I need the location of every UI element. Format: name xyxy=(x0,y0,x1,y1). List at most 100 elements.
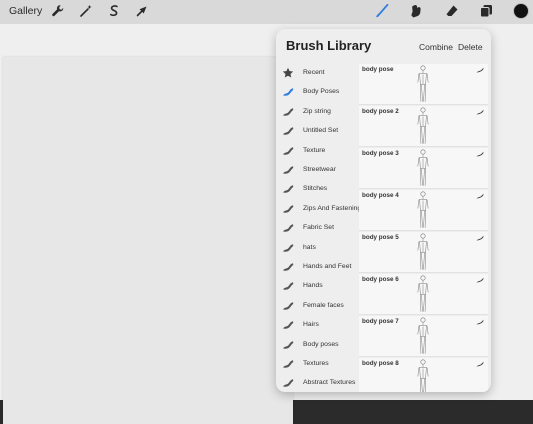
brush-icon[interactable] xyxy=(374,3,390,19)
brush-item[interactable]: body pose 7 xyxy=(359,316,488,357)
brush-set-label: hats xyxy=(303,243,316,251)
brush-set-item[interactable]: Body Poses xyxy=(276,83,359,102)
brush-set-label: Hairs xyxy=(303,321,319,329)
brush-name: body pose 3 xyxy=(362,150,399,157)
brush-sets-list: Recent Body Poses Zip string Untitled Set Te… xyxy=(276,64,362,392)
brush-set-item[interactable]: Zip string xyxy=(276,103,359,122)
brush-set-label: Fabric Set xyxy=(303,224,334,232)
brush-name: body pose 6 xyxy=(362,276,399,283)
brush-item[interactable]: body pose 6 xyxy=(359,274,488,315)
brush-set-label: Zips And Fastening xyxy=(303,204,362,212)
brush-set-item[interactable]: Body poses xyxy=(276,336,359,355)
body-pose-thumbnail xyxy=(411,275,435,313)
brush-item[interactable]: body pose xyxy=(359,64,488,105)
brush-set-item[interactable]: Recent xyxy=(276,64,359,83)
brush-stroke-icon xyxy=(282,358,294,370)
eraser-icon[interactable] xyxy=(444,3,460,19)
brush-item[interactable]: body pose 4 xyxy=(359,190,488,231)
delete-button[interactable]: Delete xyxy=(458,42,483,52)
brush-stroke-icon xyxy=(282,300,294,312)
brush-item[interactable]: body pose 3 xyxy=(359,148,488,189)
combine-button[interactable]: Combine xyxy=(419,42,453,52)
brush-set-item[interactable]: hats xyxy=(276,239,359,258)
brush-stroke-icon xyxy=(282,125,294,137)
brush-set-item[interactable]: Abstract Textures xyxy=(276,374,359,392)
brush-stroke-icon xyxy=(282,319,294,331)
brush-set-label: Recent xyxy=(303,69,325,76)
brush-set-label: Stitches xyxy=(303,185,328,193)
body-pose-thumbnail xyxy=(411,65,435,103)
brush-set-item[interactable]: Fabric Set xyxy=(276,219,359,238)
stroke-preview-icon xyxy=(476,67,484,73)
brush-set-label: Body poses xyxy=(303,340,339,348)
stroke-preview-icon xyxy=(476,277,484,283)
body-pose-thumbnail xyxy=(411,107,435,145)
brush-name: body pose 4 xyxy=(362,192,399,199)
brush-stroke-icon xyxy=(282,242,294,254)
brush-item[interactable]: body pose 8 xyxy=(359,358,488,392)
stroke-preview-icon xyxy=(476,319,484,325)
brush-set-label: Untitled Set xyxy=(303,127,339,135)
top-toolbar: Gallery xyxy=(0,0,533,24)
drawing-page[interactable] xyxy=(3,57,293,424)
brush-set-item[interactable]: Hairs xyxy=(276,316,359,335)
wrench-icon[interactable] xyxy=(50,3,66,19)
brush-stroke-icon xyxy=(282,106,294,118)
brush-set-label: Hands and Feet xyxy=(303,263,352,270)
brush-library-panel: Brush Library Combine Delete Recent Body … xyxy=(276,29,491,392)
brush-stroke-icon xyxy=(282,222,294,234)
smudge-icon[interactable] xyxy=(408,3,424,19)
brush-stroke-icon xyxy=(282,377,294,389)
brush-name: body pose 5 xyxy=(362,234,399,241)
brush-stroke-icon xyxy=(282,280,294,292)
brush-set-item[interactable]: Textures xyxy=(276,355,359,374)
color-icon[interactable] xyxy=(512,2,530,20)
brush-stroke-icon xyxy=(282,145,294,157)
brush-name: body pose 8 xyxy=(362,360,399,367)
brush-set-label: Body Poses xyxy=(303,88,340,96)
brush-set-item[interactable]: Texture xyxy=(276,142,359,161)
stroke-preview-icon xyxy=(476,151,484,157)
brush-set-item[interactable]: Hands xyxy=(276,277,359,296)
brush-set-item[interactable]: Streetwear xyxy=(276,161,359,180)
brush-set-label: Zip string xyxy=(303,107,331,115)
brush-set-label: Texture xyxy=(303,146,326,154)
brush-item[interactable]: body pose 2 xyxy=(359,106,488,147)
panel-title: Brush Library xyxy=(286,38,372,53)
layers-icon[interactable] xyxy=(478,3,494,19)
brush-set-label: Abstract Textures xyxy=(303,379,356,387)
body-pose-thumbnail xyxy=(411,317,435,355)
brush-name: body pose 2 xyxy=(362,108,399,115)
magic-wand-icon[interactable] xyxy=(78,3,94,19)
brush-stroke-icon xyxy=(282,339,294,351)
brush-stroke-icon xyxy=(282,261,294,273)
brush-stroke-icon xyxy=(282,203,294,215)
stroke-preview-icon xyxy=(476,109,484,115)
brush-set-item[interactable]: Hands and Feet xyxy=(276,258,359,277)
stroke-preview-icon xyxy=(476,235,484,241)
brush-set-label: Streetwear xyxy=(303,166,336,173)
brush-name: body pose 7 xyxy=(362,318,399,325)
gallery-button[interactable]: Gallery xyxy=(9,5,42,17)
brush-set-label: Female faces xyxy=(303,301,344,309)
body-pose-thumbnail xyxy=(411,149,435,187)
body-pose-thumbnail xyxy=(411,359,435,392)
body-pose-thumbnail xyxy=(411,191,435,229)
brush-list: body pose body pose 2 body pose 3 body pose… xyxy=(359,64,489,392)
brush-set-item[interactable]: Untitled Set xyxy=(276,122,359,141)
brush-name: body pose xyxy=(362,66,394,73)
star-icon xyxy=(282,67,294,79)
brush-set-item[interactable]: Female faces xyxy=(276,297,359,316)
brush-set-label: Textures xyxy=(303,360,329,367)
body-pose-thumbnail xyxy=(411,233,435,271)
brush-item[interactable]: body pose 5 xyxy=(359,232,488,273)
transform-icon[interactable] xyxy=(134,3,150,19)
brush-set-item[interactable]: Stitches xyxy=(276,180,359,199)
selection-icon[interactable] xyxy=(106,3,122,19)
brush-set-item[interactable]: Zips And Fastening xyxy=(276,200,362,219)
brush-stroke-icon xyxy=(282,164,294,176)
stroke-preview-icon xyxy=(476,361,484,367)
brush-set-label: Hands xyxy=(303,282,323,290)
brush-stroke-icon xyxy=(282,183,294,195)
stroke-preview-icon xyxy=(476,193,484,199)
